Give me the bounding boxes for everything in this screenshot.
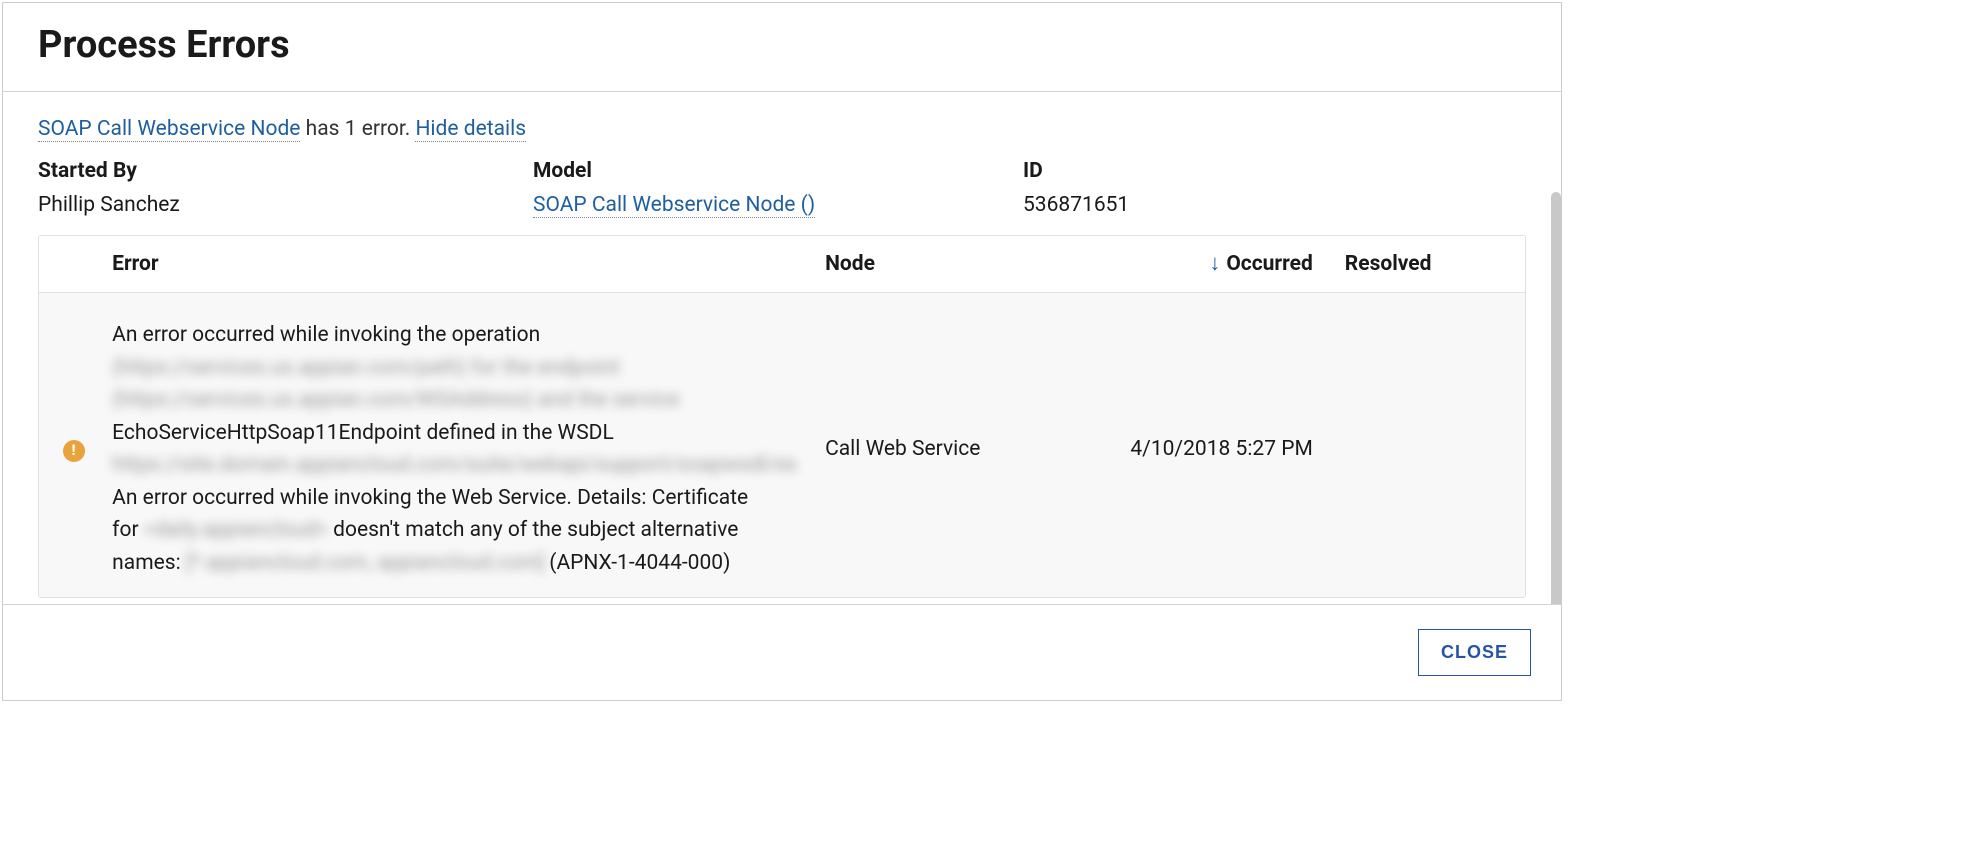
col-header-node[interactable]: Node	[811, 236, 1116, 293]
id-value: 536871651	[1023, 193, 1423, 217]
error-line: EchoServiceHttpSoap11Endpoint defined in…	[112, 417, 797, 450]
id-label: ID	[1023, 159, 1423, 183]
table-row: ! An error occurred while invoking the o…	[39, 293, 1525, 598]
model-column: Model SOAP Call Webservice Node ()	[533, 159, 1023, 217]
errors-table-wrap: Error Node ↓ Occurred Resolved	[38, 235, 1526, 598]
dialog-header: Process Errors	[3, 3, 1561, 92]
row-occurred-cell: 4/10/2018 5:27 PM	[1116, 293, 1331, 598]
col-header-resolved[interactable]: Resolved	[1331, 236, 1525, 293]
col-header-occurred[interactable]: ↓ Occurred	[1116, 236, 1331, 293]
row-icon-cell: !	[39, 293, 98, 598]
dialog-body: SOAP Call Webservice Node has 1 error. H…	[3, 92, 1561, 604]
info-row: Started By Phillip Sanchez Model SOAP Ca…	[38, 159, 1526, 217]
error-redacted: https://site.domain.appiancloud.com/suit…	[112, 449, 797, 482]
model-label: Model	[533, 159, 1023, 183]
error-line: An error occurred while invoking the ope…	[112, 319, 797, 352]
process-name-link[interactable]: SOAP Call Webservice Node	[38, 117, 300, 142]
scrollbar[interactable]	[1551, 192, 1561, 604]
error-line: names: [*.appiancloud.com, appiancloud.c…	[112, 547, 797, 580]
error-redacted: [*.appiancloud.com, appiancloud.com]	[186, 551, 544, 575]
dialog-footer: CLOSE	[3, 604, 1561, 700]
warning-icon: !	[63, 440, 85, 462]
sort-descending-icon: ↓	[1209, 253, 1220, 275]
dialog-title: Process Errors	[38, 23, 1526, 67]
started-by-value: Phillip Sanchez	[38, 193, 533, 217]
row-error-cell: An error occurred while invoking the ope…	[98, 293, 811, 598]
error-line: for <daily.appiancloud> doesn't match an…	[112, 514, 797, 547]
error-redacted: (https://services.us.appian.com/WSAddres…	[112, 384, 797, 417]
row-resolved-cell	[1331, 293, 1525, 598]
started-by-column: Started By Phillip Sanchez	[38, 159, 533, 217]
model-link[interactable]: SOAP Call Webservice Node ()	[533, 193, 815, 218]
col-header-icon	[39, 236, 98, 293]
error-line: An error occurred while invoking the Web…	[112, 482, 797, 515]
hide-details-link[interactable]: Hide details	[415, 117, 526, 142]
col-header-error[interactable]: Error	[98, 236, 811, 293]
error-redacted: (https://services.us.appian.com/path) fo…	[112, 352, 797, 385]
table-header-row: Error Node ↓ Occurred Resolved	[39, 236, 1525, 293]
error-summary: SOAP Call Webservice Node has 1 error. H…	[38, 117, 1526, 141]
row-node-cell: Call Web Service	[811, 293, 1116, 598]
error-redacted: <daily.appiancloud>	[144, 518, 328, 542]
started-by-label: Started By	[38, 159, 533, 183]
summary-text: has 1 error.	[300, 117, 415, 141]
occurred-header-text: Occurred	[1226, 252, 1312, 276]
close-button[interactable]: CLOSE	[1418, 629, 1531, 676]
process-errors-dialog: Process Errors SOAP Call Webservice Node…	[2, 2, 1562, 701]
id-column: ID 536871651	[1023, 159, 1423, 217]
errors-table: Error Node ↓ Occurred Resolved	[39, 236, 1525, 597]
